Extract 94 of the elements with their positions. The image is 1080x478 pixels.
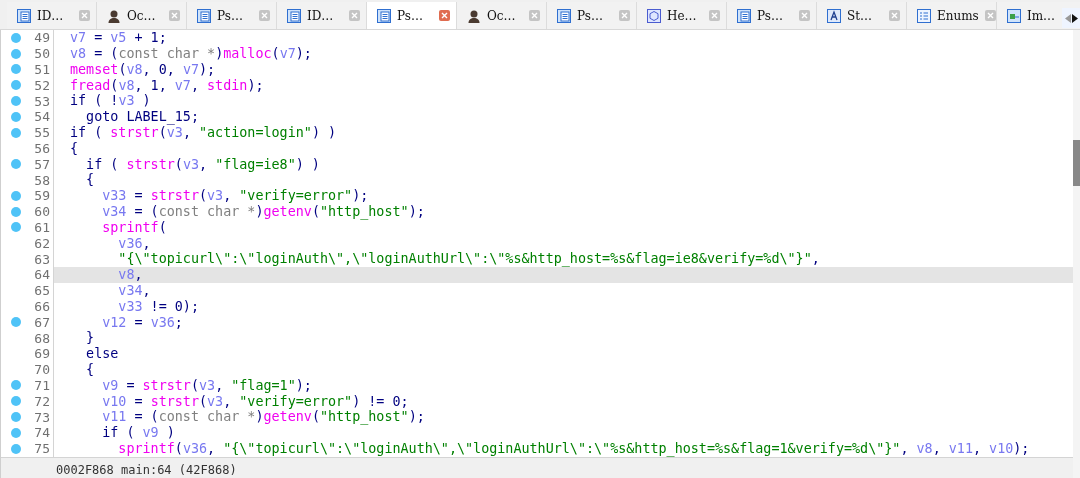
code-line: sprintf( (101, 220, 167, 235)
tab-label: St… (847, 7, 873, 25)
line-number: 59 (34, 189, 50, 203)
code-line: if ( strstr(v3, "flag=ie8") ) (85, 157, 320, 171)
code-line: v10 = strstr(v3, "verify=error") != 0; (101, 394, 409, 408)
code-line: v33 = strstr(v3, "verify=error"); (101, 189, 369, 203)
tab-label: Enums (937, 7, 979, 25)
line-number: 50 (34, 47, 50, 61)
document-window-icon (287, 8, 301, 23)
code-line: memset(v8, 0, v7); (69, 62, 216, 77)
line-number: 52 (34, 78, 50, 92)
line-number: 61 (34, 220, 50, 234)
line-number: 55 (34, 126, 50, 140)
line-number: 66 (34, 299, 50, 313)
close-icon[interactable] (79, 10, 90, 21)
close-icon[interactable] (984, 10, 996, 21)
tab-label: Im… (1027, 7, 1056, 25)
code-line: v8 = (const char *)malloc(v7); (69, 47, 312, 61)
line-number: 74 (34, 426, 50, 440)
code-line: fread(v8, 1, v7, stdin); (69, 78, 264, 92)
close-icon[interactable] (799, 10, 810, 21)
code-line: { (85, 362, 95, 377)
code-line: { (69, 141, 79, 156)
editor-tab[interactable]: Ps… (367, 2, 457, 29)
line-number: 71 (34, 378, 50, 392)
line-number: 70 (34, 363, 50, 377)
code-line: { (85, 173, 95, 187)
close-icon[interactable] (349, 10, 360, 21)
line-number: 58 (34, 173, 50, 187)
line-number: 63 (34, 252, 50, 266)
line-number: 64 (34, 268, 50, 282)
code-line: v7 = v5 + 1; (69, 31, 167, 45)
close-icon[interactable] (259, 10, 270, 21)
document-window-icon (557, 8, 571, 23)
line-number: 60 (34, 205, 50, 219)
tab-label: He… (667, 7, 697, 25)
tab-label: Ps… (217, 7, 243, 25)
structure-icon (827, 8, 841, 23)
tab-scroll-arrows[interactable] (1062, 8, 1080, 28)
line-number: 51 (34, 63, 50, 76)
status-text: 0002F868 main:64 (42F868) (56, 461, 237, 478)
tab-label: Ps… (397, 7, 423, 25)
line-number: 72 (34, 394, 50, 408)
list-icon (917, 8, 931, 23)
code-line: if ( strstr(v3, "action=login") ) (69, 125, 337, 140)
code-line: if ( !v3 ) (69, 94, 151, 108)
close-icon[interactable] (439, 10, 450, 21)
code-line: v11 = (const char *)getenv("http_host"); (101, 410, 425, 424)
code-line: goto LABEL_15; (85, 110, 199, 124)
close-icon[interactable] (169, 10, 180, 21)
scrollbar[interactable] (1073, 30, 1080, 478)
code-line: v33 != 0); (117, 299, 199, 314)
code-line: "{\"topicurl\":\"loginAuth\",\"loginAuthUrl\":\"%s&http_host=%s&flag=ie8&verify=%d\"}", (117, 252, 820, 266)
code-line: sprintf(v36, "{\"topicurl\":\"loginAuth\",\"loginAuthUrl\":\"%s&http_host=%s&flag=1&verify=%d\"}", v8, v11, v10); (117, 441, 1030, 456)
line-number: 53 (34, 94, 50, 108)
person-silhouette-icon (467, 8, 481, 23)
code-line: } (85, 331, 95, 345)
line-number: 65 (34, 284, 50, 298)
document-window-icon (377, 8, 391, 23)
tab-label: Ps… (577, 7, 603, 25)
close-icon[interactable] (889, 10, 900, 21)
tab-label: Oc… (127, 7, 156, 25)
line-number: 75 (34, 442, 50, 456)
code-line: v12 = v36; (101, 315, 183, 329)
code-line: v34, (117, 283, 151, 298)
code-line: v34 = (const char *)getenv("http_host"); (101, 204, 425, 219)
line-number: 57 (34, 157, 50, 171)
line-number: 49 (34, 31, 50, 45)
line-number: 68 (34, 331, 50, 345)
close-icon[interactable] (619, 10, 630, 21)
line-number: 67 (34, 315, 50, 329)
scrollbar-thumb[interactable] (1073, 140, 1080, 186)
document-window-icon (17, 8, 31, 23)
close-icon[interactable] (529, 10, 540, 21)
document-window-icon (197, 8, 211, 23)
code-line: v8, (117, 268, 143, 282)
tab-label: Ps… (757, 7, 783, 25)
line-number: 62 (34, 236, 50, 250)
line-number: 56 (34, 141, 50, 155)
document-window-icon (737, 8, 751, 23)
person-silhouette-icon (107, 8, 121, 23)
tab-label: Oc… (487, 7, 516, 25)
import-window-icon (1007, 8, 1021, 23)
hexagon-icon (647, 8, 661, 23)
code-line: else (85, 347, 119, 361)
line-number: 73 (34, 410, 50, 424)
close-icon[interactable] (709, 10, 720, 21)
code-line: v36, (117, 236, 151, 250)
tab-label: ID… (307, 7, 334, 25)
code-line: if ( v9 ) (101, 426, 175, 440)
line-number: 69 (34, 347, 50, 361)
line-number: 54 (34, 110, 50, 124)
code-line: v9 = strstr(v3, "flag=1"); (101, 378, 312, 393)
tab-label: ID… (37, 7, 64, 25)
